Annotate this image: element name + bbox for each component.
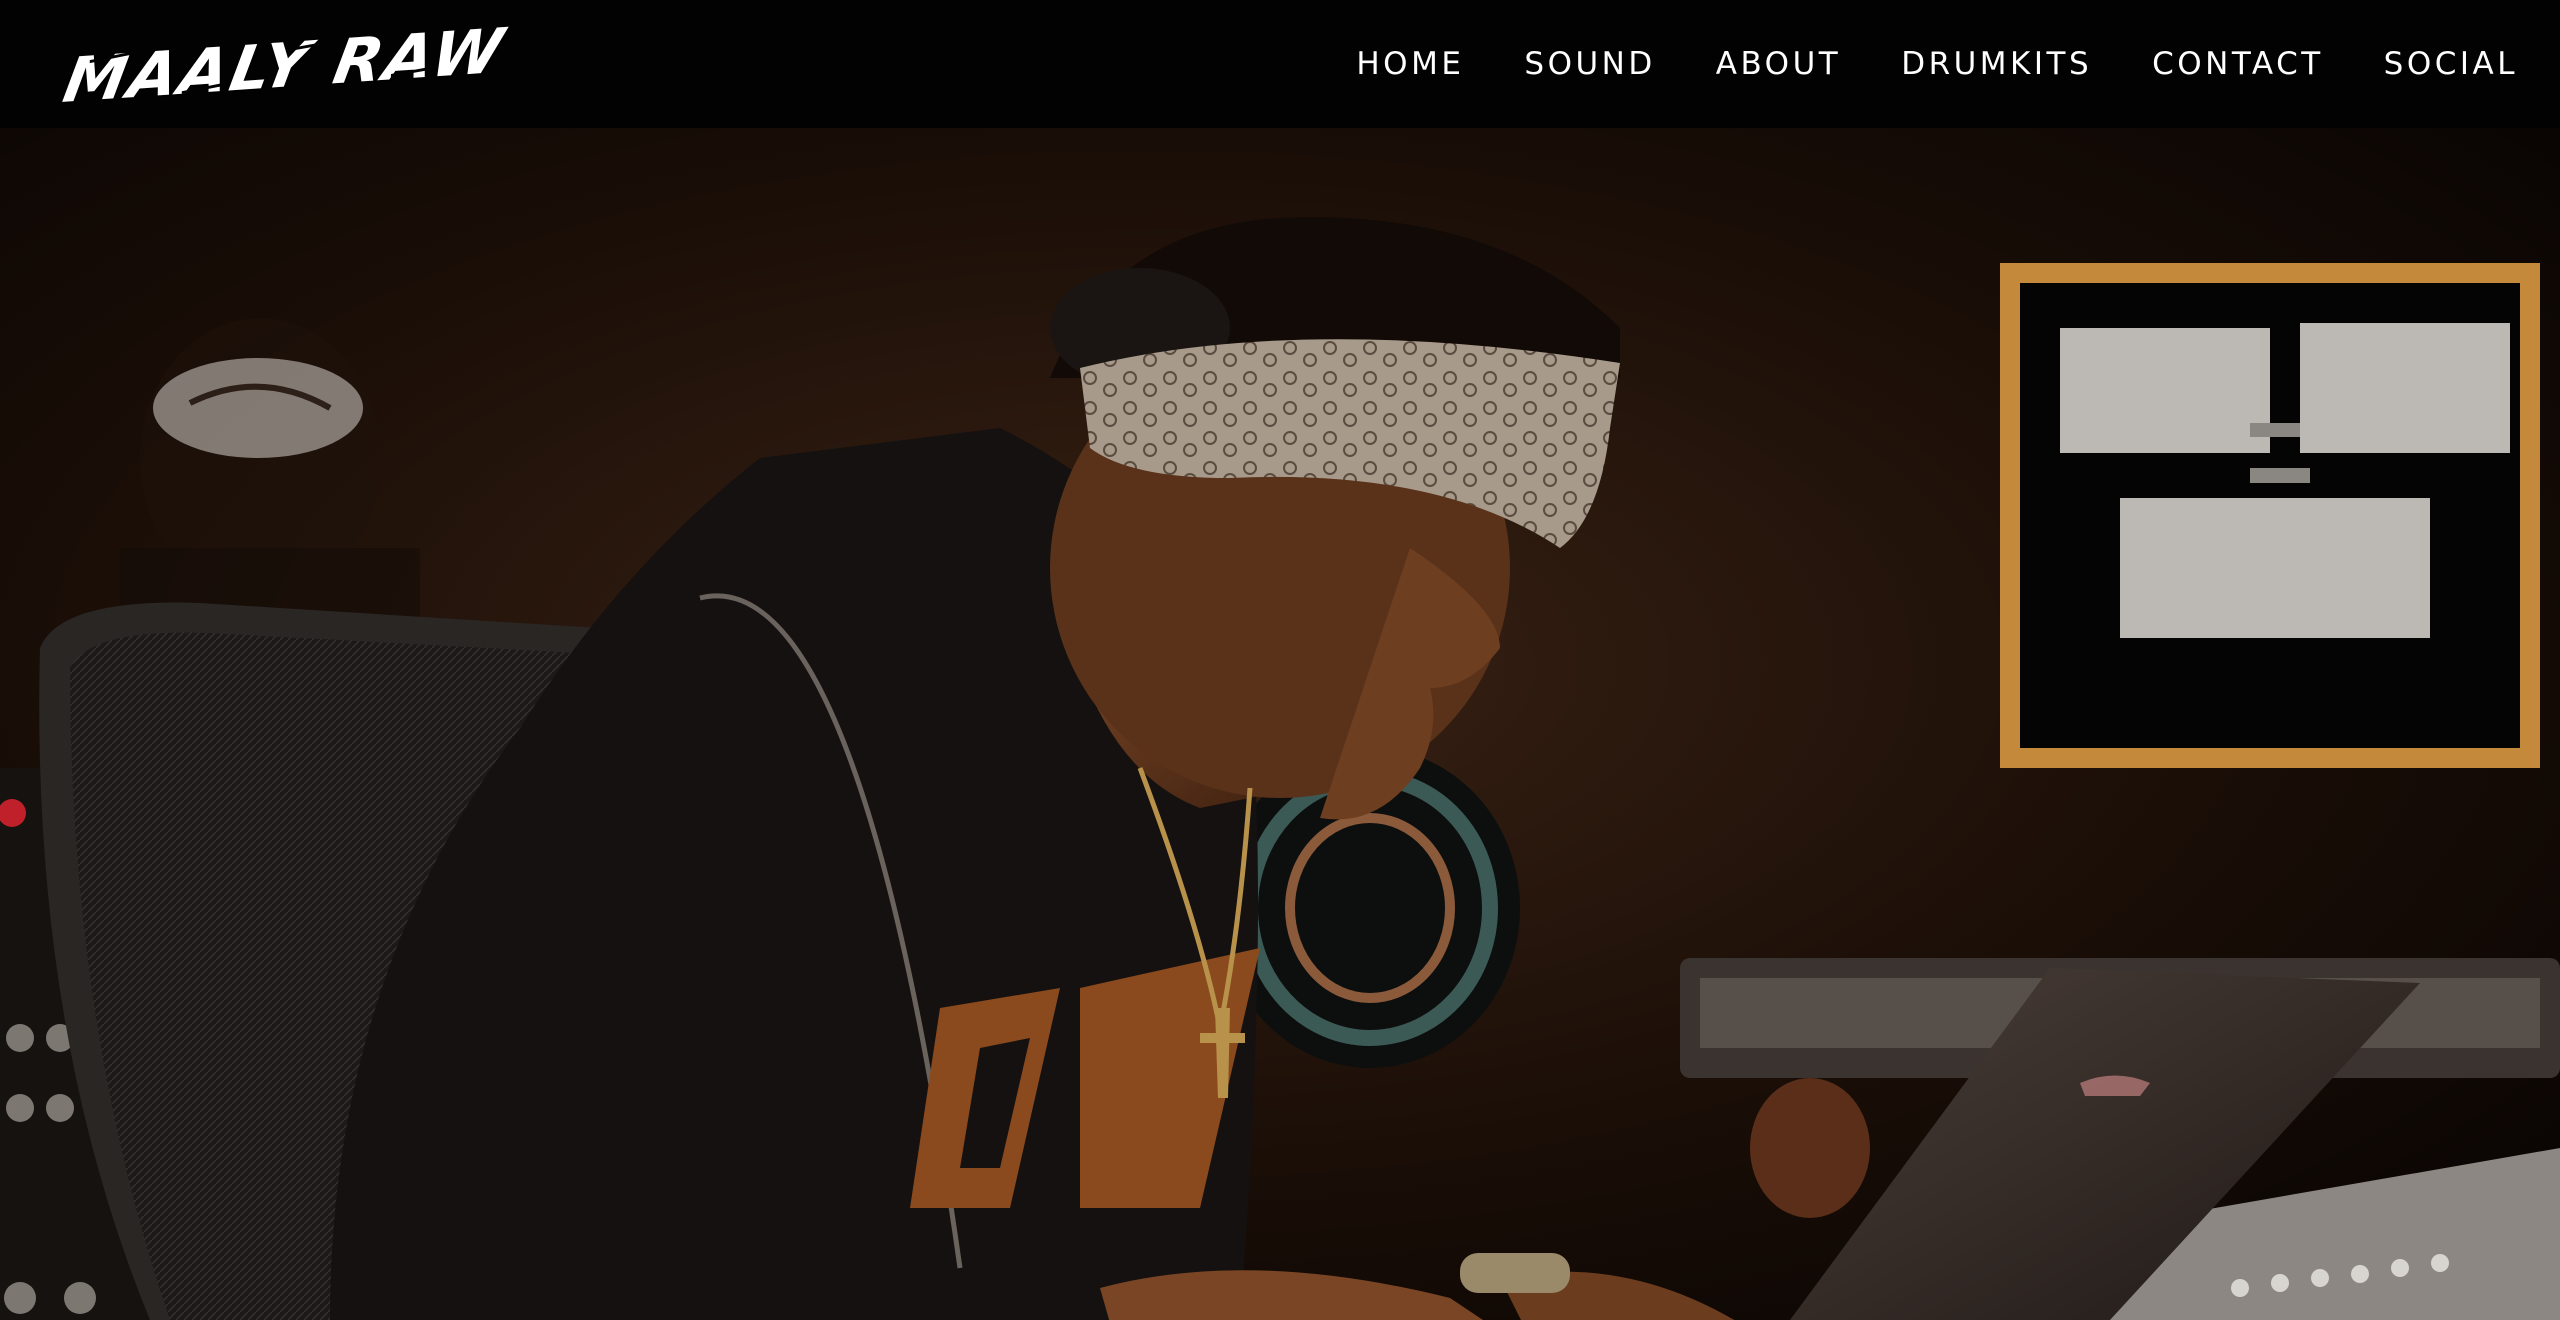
nav-drumkits[interactable]: DRUMKITS <box>1901 46 2092 82</box>
studio-photo <box>0 128 2560 1320</box>
nav-social[interactable]: SOCIAL <box>2384 46 2518 82</box>
nav-contact[interactable]: CONTACT <box>2152 46 2324 82</box>
hero-image <box>0 128 2560 1320</box>
nav-about[interactable]: ABOUT <box>1716 46 1841 82</box>
site-logo[interactable]: MAALY RAW <box>58 13 510 117</box>
main-nav: HOME SOUND ABOUT DRUMKITS CONTACT SOCIAL <box>1296 0 2518 128</box>
wall-frame <box>2000 263 2540 768</box>
nav-sound[interactable]: SOUND <box>1524 46 1655 82</box>
site-header: MAALY RAW HOME SOUND ABOUT DRUMKITS CONT… <box>0 0 2560 128</box>
nav-home[interactable]: HOME <box>1356 46 1464 82</box>
logo-text: MAALY RAW <box>58 13 511 117</box>
